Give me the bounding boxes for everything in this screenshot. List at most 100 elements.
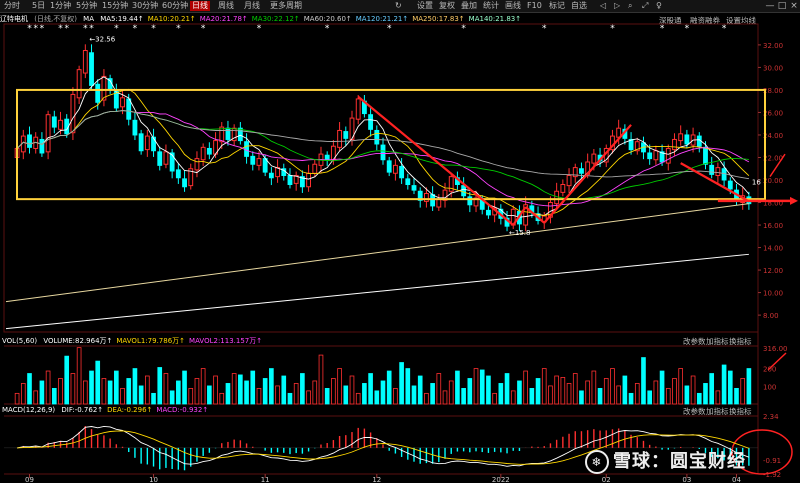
volume-bar-112 <box>709 373 715 405</box>
macd-legend: MACD(12,26,9) DIF:-0.762↑ DEA:-0.296↑ MACD… <box>2 406 216 414</box>
trend-line-0 <box>357 95 514 226</box>
price-tick-label-0: 32.00 <box>763 42 783 50</box>
volume-bar-56 <box>362 383 367 405</box>
volume-bar-69 <box>442 390 448 405</box>
candle-body-38 <box>250 155 256 165</box>
volume-bar-13 <box>95 360 101 405</box>
signal-star-2: * <box>40 24 45 34</box>
volume-bar-115 <box>727 370 733 405</box>
signal-star-20: * <box>722 24 727 34</box>
price-panel-frame <box>3 23 759 333</box>
macd-legend-item-1: DEA:-0.296↑ <box>107 406 153 414</box>
volume-bar-0 <box>14 392 20 405</box>
volume-bar-47 <box>306 390 311 405</box>
macd-button-1[interactable]: 加指标 <box>706 406 729 417</box>
volume-bar-22 <box>151 392 156 405</box>
volume-bar-73 <box>467 378 473 405</box>
candle-body-73 <box>467 196 473 206</box>
candle-body-111 <box>703 146 708 165</box>
volume-bar-31 <box>207 385 212 405</box>
signal-star-11: * <box>201 24 206 34</box>
candle-body-6 <box>51 116 57 128</box>
volume-bar-88 <box>560 377 566 405</box>
volume-bar-2 <box>27 373 32 405</box>
candle-body-53 <box>343 131 349 139</box>
watermark-text: 雪球：圆宝财经 <box>613 451 746 472</box>
volume-axis-label-0: 316.00 <box>763 345 788 353</box>
support-arrow-head <box>790 196 798 205</box>
volume-bar-39 <box>256 388 262 405</box>
macd-button-2[interactable]: 换指标 <box>729 406 752 417</box>
volume-bar-109 <box>690 375 696 405</box>
signal-star-13: * <box>325 24 330 34</box>
volume-legend-item-2: MAVOL2:113.157万↑ <box>189 337 263 345</box>
signal-star-7: * <box>114 24 119 34</box>
volume-bar-91 <box>579 390 584 405</box>
candle-body-67 <box>430 194 436 207</box>
candle-body-41 <box>268 172 274 179</box>
volume-button-0[interactable]: 改参数 <box>683 336 706 347</box>
candle-body-105 <box>665 147 671 164</box>
candle-body-12 <box>89 52 94 86</box>
candle-body-31 <box>206 147 212 155</box>
volume-bar-26 <box>176 380 181 405</box>
volume-bar-4 <box>39 380 45 405</box>
volume-bar-18 <box>126 378 132 405</box>
signal-star-3: * <box>58 24 63 34</box>
candle-body-66 <box>423 193 429 202</box>
volume-label: VOL(5,60) <box>2 337 38 345</box>
volume-bar-78 <box>498 383 504 405</box>
volume-bar-84 <box>535 378 541 405</box>
candle-body-55 <box>355 98 361 120</box>
candle-body-59 <box>380 144 386 161</box>
signal-star-17: * <box>610 24 615 34</box>
volume-bar-11 <box>82 380 88 405</box>
signal-star-15: * <box>461 24 466 34</box>
candle-body-113 <box>715 167 721 176</box>
volume-bar-100 <box>634 383 640 405</box>
volume-button-2[interactable]: 换指标 <box>729 336 752 347</box>
volume-bar-50 <box>324 388 330 405</box>
volume-bar-64 <box>411 385 417 405</box>
signal-star-1: * <box>33 24 38 34</box>
volume-bar-1 <box>20 383 26 405</box>
x-tick-label-1: 10 <box>149 476 158 483</box>
volume-bar-86 <box>548 385 553 405</box>
volume-bar-34 <box>225 383 231 405</box>
candle-body-27 <box>182 178 187 188</box>
volume-legend: VOL(5,60) VOLUME:82.964万↑ MAVOL1:79.786万↑… <box>2 336 270 346</box>
xueqiu-watermark: ❄ 雪球：圆宝财经 <box>585 447 746 474</box>
signal-star-16: * <box>542 24 547 34</box>
volume-bar-59 <box>380 380 386 405</box>
volume-button-1[interactable]: 加指标 <box>706 336 729 347</box>
volume-bar-65 <box>417 375 423 405</box>
candle-body-18 <box>126 98 132 120</box>
x-tick-label-2: 11 <box>261 476 270 483</box>
xueqiu-logo-icon: ❄ <box>585 450 609 474</box>
candle-body-24 <box>163 151 169 165</box>
volume-bar-87 <box>554 375 559 405</box>
volume-bar-53 <box>343 385 349 405</box>
candle-body-10 <box>76 69 82 99</box>
candle-body-58 <box>374 129 380 145</box>
candle-body-17 <box>120 97 125 108</box>
volume-bar-24 <box>163 373 169 405</box>
volume-bar-23 <box>157 367 163 405</box>
volume-bar-117 <box>740 378 746 405</box>
volume-bar-20 <box>138 385 144 405</box>
macd-button-0[interactable]: 改参数 <box>683 406 706 417</box>
price-tick-label-8: 16.00 <box>763 222 783 230</box>
volume-bar-97 <box>616 385 621 405</box>
price-tick-label-9: 14.00 <box>763 245 783 253</box>
candle-body-57 <box>368 114 374 130</box>
macd-legend-item-2: MACD:-0.932↑ <box>156 406 209 414</box>
candle-body-93 <box>591 153 597 164</box>
candle-body-23 <box>157 151 163 166</box>
volume-bar-75 <box>479 369 485 405</box>
volume-bar-103 <box>653 380 659 405</box>
volume-bar-52 <box>337 368 342 405</box>
volume-bar-9 <box>70 373 76 405</box>
candle-body-102 <box>647 152 653 160</box>
volume-bar-12 <box>89 370 94 405</box>
candle-body-2 <box>27 134 32 148</box>
